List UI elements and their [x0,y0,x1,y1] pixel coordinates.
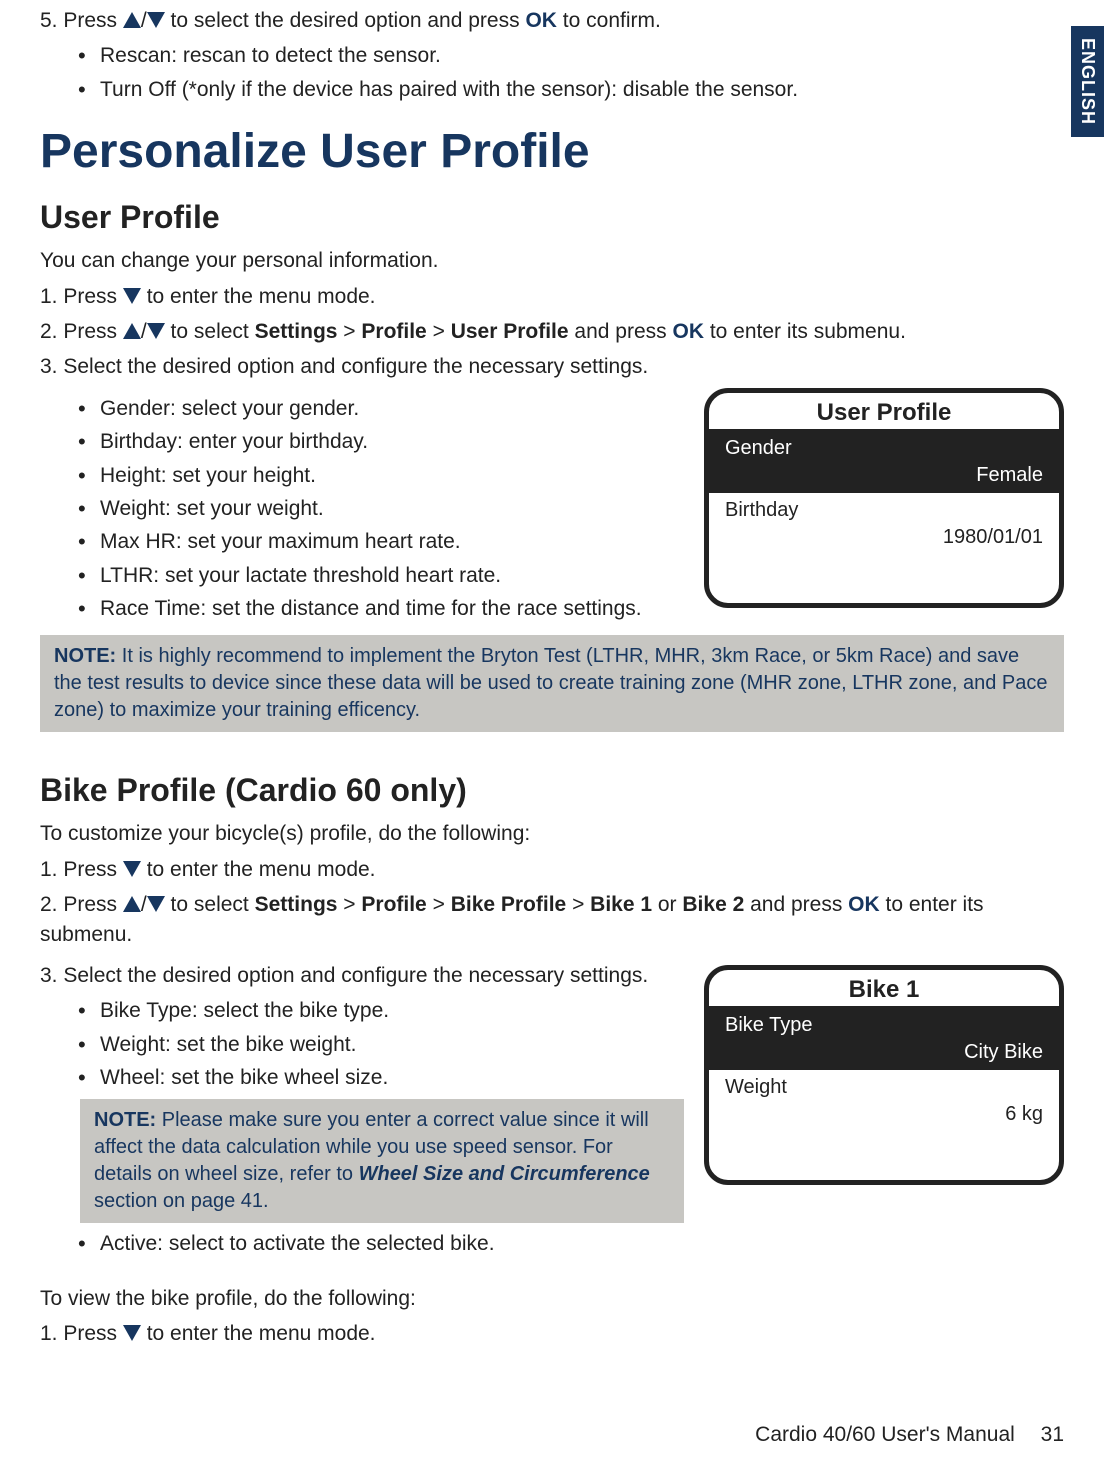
up-step1: 1. Press to enter the menu mode. [40,282,1064,311]
bullet-birthday: Birthday: enter your birthday. [100,427,684,456]
note-bike: NOTE: Please make sure you enter a corre… [80,1099,684,1223]
bullet-height: Height: set your height. [100,461,684,490]
bp-view-step1: 1. Press to enter the menu mode. [40,1319,1064,1348]
gt3: > [566,893,590,916]
bp-step2: 2. Press / to select Settings > Profile … [40,890,1064,949]
language-tab: ENGLISH [1071,26,1104,137]
bullet-wheel: Wheel: set the bike wheel size. [100,1063,684,1092]
device-title: Bike 1 [709,970,1059,1006]
device-birthday-label: Birthday [725,499,798,522]
note-user-profile: NOTE: It is highly recommend to implemen… [40,635,1064,732]
gt2: > [427,893,451,916]
note-label: NOTE: [54,645,116,667]
note-link: Wheel Size and Circumference [359,1163,650,1185]
step5-mid: to select the desired option and press [165,9,526,32]
gt2: > [427,320,451,343]
note-label: NOTE: [94,1109,156,1131]
ok-label: OK [672,320,704,343]
device-birthday-value: 1980/01/01 [943,526,1043,549]
device-gender-label: Gender [725,437,792,460]
bp-view-intro: To view the bike profile, do the followi… [40,1284,1064,1313]
gt1: > [337,893,361,916]
footer: Cardio 40/60 User's Manual 31 [755,1423,1064,1447]
device-weight-value: 6 kg [1005,1103,1043,1126]
nav-settings: Settings [255,320,338,343]
device-bike1: Bike 1 Bike Type City Bike Weight 6 kg [704,965,1064,1185]
footer-page: 31 [1041,1423,1064,1446]
up-step2: 2. Press / to select Settings > Profile … [40,317,1064,346]
step5-prefix: 5. Press [40,9,123,32]
device-row-biketype: Bike Type City Bike [709,1006,1059,1068]
up-step2-prefix: 2. Press [40,320,123,343]
device-biketype-value: City Bike [964,1041,1043,1064]
bike-intro: To customize your bicycle(s) profile, do… [40,819,1064,848]
bullet-rescan: Rescan: rescan to detect the sensor. [100,41,1064,70]
device-row-birthday: Birthday 1980/01/01 [709,491,1059,553]
and: and press [569,320,673,343]
or: or [652,893,682,916]
down-icon [123,288,141,304]
bp-step2-sel: to select [165,893,255,916]
bp-view-step1-prefix: 1. Press [40,1322,123,1345]
bullet-weight: Weight: set your weight. [100,494,684,523]
nav-profile: Profile [361,893,426,916]
nav-bike1: Bike 1 [590,893,652,916]
down-icon [147,12,165,28]
bullet-bikeweight: Weight: set the bike weight. [100,1030,684,1059]
device-row-gender: Gender Female [709,429,1059,491]
up-icon [123,12,141,28]
bp-step1: 1. Press to enter the menu mode. [40,855,1064,884]
up-step3: 3. Select the desired option and configu… [40,352,1064,381]
bp-view-step1-suffix: to enter the menu mode. [141,1322,376,1345]
down-icon [147,896,165,912]
bike-profile-heading: Bike Profile (Cardio 60 only) [40,772,1064,809]
nav-profile: Profile [361,320,426,343]
bullet-turnoff: Turn Off (*only if the device has paired… [100,75,1064,104]
bullet-maxhr: Max HR: set your maximum heart rate. [100,527,684,556]
suffix: to enter its submenu. [704,320,906,343]
device-biketype-label: Bike Type [725,1014,812,1037]
bp-step2-prefix: 2. Press [40,893,123,916]
bullet-biketype: Bike Type: select the bike type. [100,996,684,1025]
up-icon [123,896,141,912]
device-title: User Profile [709,393,1059,429]
nav-bikeprofile: Bike Profile [451,893,567,916]
bullet-lthr: LTHR: set your lactate threshold heart r… [100,561,684,590]
up-step1-suffix: to enter the menu mode. [141,285,376,308]
and: and press [744,893,848,916]
bullet-gender: Gender: select your gender. [100,394,684,423]
device-weight-label: Weight [725,1076,787,1099]
up-step2-sel: to select [165,320,255,343]
bp-step1-prefix: 1. Press [40,858,123,881]
bullet-active: Active: select to activate the selected … [100,1229,684,1258]
page-title: Personalize User Profile [40,124,1064,179]
nav-settings: Settings [255,893,338,916]
up-icon [123,323,141,339]
down-icon [147,323,165,339]
down-icon [123,861,141,877]
note-text2: section on page 41. [94,1190,269,1212]
nav-bike2: Bike 2 [682,893,744,916]
bp-step3: 3. Select the desired option and configu… [40,961,684,990]
step5-line: 5. Press / to select the desired option … [40,6,1064,35]
nav-userprofile: User Profile [451,320,569,343]
up-step1-prefix: 1. Press [40,285,123,308]
footer-manual: Cardio 40/60 User's Manual [755,1423,1015,1446]
gt1: > [337,320,361,343]
device-user-profile: User Profile Gender Female Birthday 1980… [704,388,1064,608]
step5-suffix: to confirm. [557,9,661,32]
ok-label: OK [525,9,557,32]
device-row-weight: Weight 6 kg [709,1068,1059,1130]
bullet-race: Race Time: set the distance and time for… [100,594,684,623]
ok-label: OK [848,893,880,916]
device-gender-value: Female [976,464,1043,487]
note-text: It is highly recommend to implement the … [54,645,1048,721]
user-profile-heading: User Profile [40,199,1064,236]
user-profile-intro: You can change your personal information… [40,246,1064,275]
bp-step1-suffix: to enter the menu mode. [141,858,376,881]
down-icon [123,1325,141,1341]
